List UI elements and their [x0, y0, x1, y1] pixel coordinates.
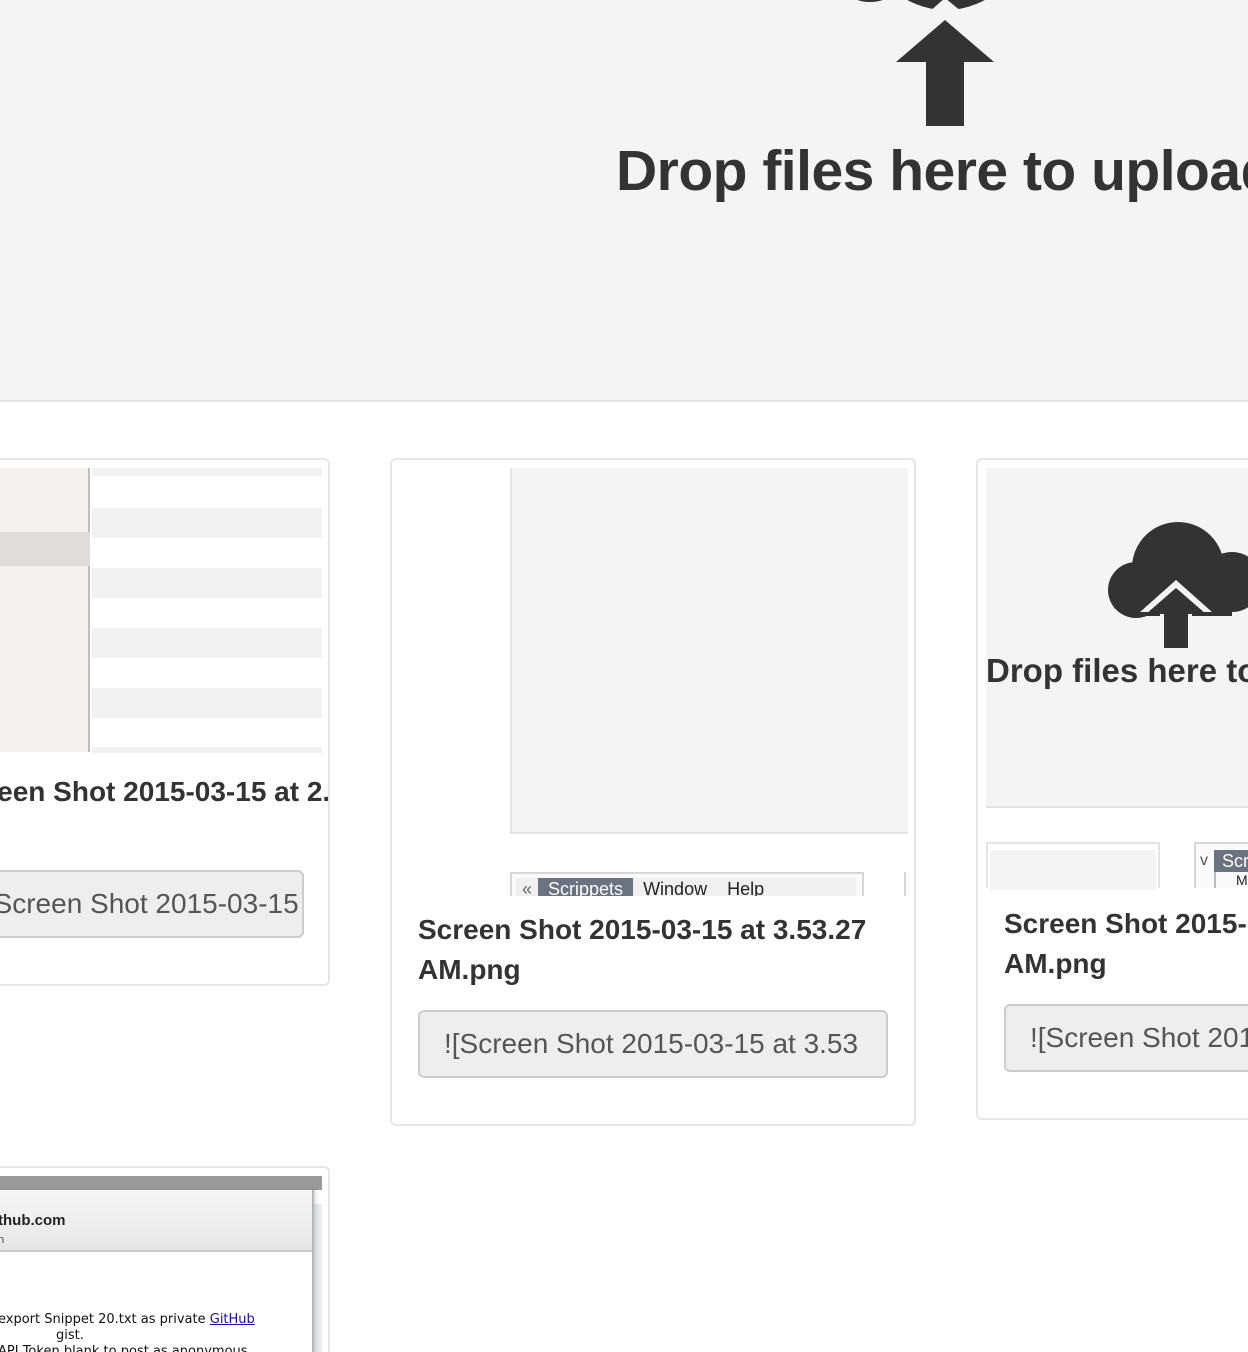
markdown-snippet-field[interactable]: ![Screen Shot 2015-03-15 at 3.53: [418, 1010, 888, 1078]
markdown-snippet-field[interactable]: ![Screen Shot 201: [1004, 1004, 1248, 1072]
markdown-snippet-field[interactable]: ![Screen Shot 2015-03-15 at 2.48: [0, 870, 304, 938]
thumbnail-row: [92, 508, 322, 538]
file-name: Screen Shot 2015-: [1004, 908, 1247, 939]
menu-item: Help: [727, 879, 765, 896]
thumbnail[interactable]: Drop files here to: [986, 468, 1248, 808]
menu-item: Scrippets: [538, 878, 634, 896]
thumbnail-row: [92, 468, 322, 476]
thumbnail-menubar: « Scrippets Window Help: [510, 872, 864, 896]
thumbnail-titlebar: [0, 1176, 322, 1190]
dialog-message: export Snippet 20.txt as private GitHub: [0, 1312, 255, 1327]
thumbnail-dialog: thub.com n export Snippet 20.txt as priv…: [0, 1190, 314, 1352]
upload-card: thub.com n export Snippet 20.txt as priv…: [0, 1166, 330, 1352]
menu-item: M: [1236, 872, 1248, 888]
upload-card: « Scrippets Window Help Screen Shot 2015-03…: [390, 458, 916, 1126]
github-link: GitHub: [209, 1312, 255, 1327]
file-name: Screen Shot 2015-03-15 at 3.53.27 AM.png: [418, 914, 867, 985]
dropzone-message: Drop files here to upload: [616, 139, 1248, 203]
cloud-upload-icon: [1108, 522, 1248, 650]
upload-card: Screen Shot 2015-03-15 at 2.48.37 ![Scre…: [0, 458, 330, 986]
thumbnail-row: [92, 628, 322, 658]
thumbnail-menu: « Scrippets Window Help: [516, 878, 856, 896]
thumbnail[interactable]: thub.com n export Snippet 20.txt as priv…: [0, 1176, 322, 1352]
dialog-subtitle: n: [0, 1234, 4, 1246]
thumbnail[interactable]: [510, 468, 908, 834]
dialog-message-line2: gist.: [56, 1328, 84, 1343]
divider: [1214, 872, 1216, 888]
dialog-host: thub.com: [0, 1212, 66, 1229]
chevron-icon: v: [1200, 852, 1208, 869]
dialog-header: thub.com n: [0, 1190, 312, 1252]
file-name-line2: AM.png: [1004, 948, 1107, 979]
dialog-message-text: export Snippet 20.txt as private: [0, 1312, 210, 1327]
file-dropzone[interactable]: Drop files here to upload: [0, 0, 1248, 402]
file-name: Screen Shot 2015-03-15 at 2.48.37: [0, 776, 330, 807]
menu-item: Window: [643, 879, 708, 896]
thumbnail[interactable]: [0, 468, 322, 754]
thumbnail-row: [92, 688, 322, 718]
upload-card: Drop files here to v Scr M Screen Shot 2…: [976, 458, 1248, 1120]
thumbnail-sidebar-selected: [0, 532, 90, 566]
thumbnail-preview: [986, 842, 1160, 890]
thumbnail-row: [92, 747, 322, 753]
thumbnail-row: [92, 568, 322, 598]
thumbnail-sidebar: [0, 468, 90, 752]
chevron-icon: «: [522, 879, 533, 896]
thumbnail-menubar: v Scr M: [1194, 842, 1248, 888]
thumbnail-dropzone-message: Drop files here to: [986, 652, 1248, 689]
menu-item: Scr: [1214, 850, 1248, 872]
dialog-message-line3: API Token blank to post as anonymous.: [0, 1344, 252, 1352]
cloud-upload-icon: [857, 0, 1006, 132]
thumbnail-edge: [904, 872, 914, 896]
upload-page: Drop files here to upload Screen Shot 20…: [0, 0, 1248, 1352]
